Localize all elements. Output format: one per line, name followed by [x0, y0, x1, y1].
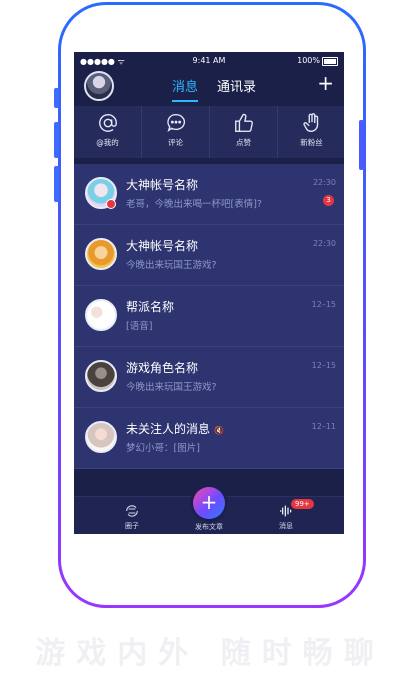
battery-percent: 100%	[297, 56, 320, 65]
chat-time: 12–15	[311, 361, 336, 370]
circle-icon	[126, 505, 138, 517]
chat-row[interactable]: 未关注人的消息 🔇 梦幻小哥：[图片] 12–11	[74, 408, 344, 469]
hand-icon	[302, 113, 318, 132]
chat-name: 大神帐号名称	[126, 178, 199, 192]
chat-name: 未关注人的消息 🔇	[126, 420, 224, 437]
quick-label: 新粉丝	[300, 138, 323, 147]
chat-message: 梦幻小哥：[图片]	[126, 443, 200, 454]
nav-messages-label: 消息	[279, 522, 293, 530]
power-button	[359, 120, 364, 170]
unread-badge: 3	[323, 195, 334, 206]
chat-message: 今晚出来玩国王游戏?	[126, 260, 217, 271]
chat-name-text: 未关注人的消息	[126, 422, 211, 436]
chat-list: 大神帐号名称 老哥，今晚出来喝一杯吧[表情]? 22:30 3 大神帐号名称 今…	[74, 164, 344, 469]
quick-label: @我的	[96, 138, 119, 147]
publish-button[interactable]: +	[193, 487, 225, 519]
quick-likes[interactable]: 点赞	[209, 106, 277, 158]
volume-up-button	[54, 122, 59, 158]
chat-name: 帮派名称	[126, 300, 175, 314]
chat-time: 12–11	[311, 422, 336, 431]
profile-avatar[interactable]	[84, 71, 114, 101]
battery-icon	[322, 57, 338, 66]
messages-count-badge: 99+	[291, 499, 314, 509]
avatar	[85, 360, 117, 392]
active-tab-underline	[172, 100, 198, 102]
quick-actions: @我的 评论 点赞 新粉丝	[74, 106, 344, 158]
quick-label: 评论	[168, 138, 183, 147]
top-bar: 消息 通讯录 +	[74, 70, 344, 106]
plus-icon[interactable]: +	[317, 71, 334, 95]
mute-switch	[54, 88, 59, 108]
nav-circle[interactable]: 圈子	[102, 503, 162, 531]
chat-time: 12–15	[311, 300, 336, 309]
chat-name: 游戏角色名称	[126, 361, 199, 375]
chat-message: 老哥，今晚出来喝一杯吧[表情]?	[126, 199, 262, 210]
chat-name: 大神帐号名称	[126, 239, 199, 253]
publish-label: 发布文章	[195, 523, 223, 531]
quick-comments[interactable]: 评论	[141, 106, 209, 158]
chat-message: 今晚出来玩国王游戏?	[126, 382, 217, 393]
comment-icon	[166, 114, 185, 132]
quick-label: 点赞	[236, 138, 251, 147]
thumbs-up-icon	[234, 113, 253, 132]
muted-icon: 🔇	[214, 426, 224, 435]
quick-at-mentions[interactable]: @我的	[74, 106, 141, 158]
chat-row[interactable]: 大神帐号名称 老哥，今晚出来喝一杯吧[表情]? 22:30 3	[74, 164, 344, 225]
chat-row[interactable]: 大神帐号名称 今晚出来玩国王游戏? 22:30	[74, 225, 344, 286]
volume-down-button	[54, 166, 59, 202]
chat-row[interactable]: 帮派名称 [语音] 12–15	[74, 286, 344, 347]
chat-message: [语音]	[126, 321, 153, 332]
app-screen: ●●●●● ᯤ 9:41 AM 100% 消息 通讯录 + @我的 评论 点赞 …	[74, 52, 344, 534]
avatar	[85, 238, 117, 270]
tab-messages[interactable]: 消息	[172, 76, 198, 95]
avatar	[85, 421, 117, 453]
nav-circle-label: 圈子	[125, 522, 139, 530]
tab-contacts[interactable]: 通讯录	[217, 76, 256, 95]
chat-row[interactable]: 游戏角色名称 今晚出来玩国王游戏? 12–15	[74, 347, 344, 408]
at-icon	[98, 114, 117, 132]
quick-new-fans[interactable]: 新粉丝	[277, 106, 344, 158]
chat-time: 22:30	[312, 239, 336, 248]
slogan: 游戏内外 随时畅聊	[35, 636, 385, 671]
avatar	[85, 299, 117, 331]
verified-badge	[106, 199, 116, 209]
status-bar: ●●●●● ᯤ 9:41 AM 100%	[74, 52, 344, 70]
chat-time: 22:30	[312, 178, 336, 187]
